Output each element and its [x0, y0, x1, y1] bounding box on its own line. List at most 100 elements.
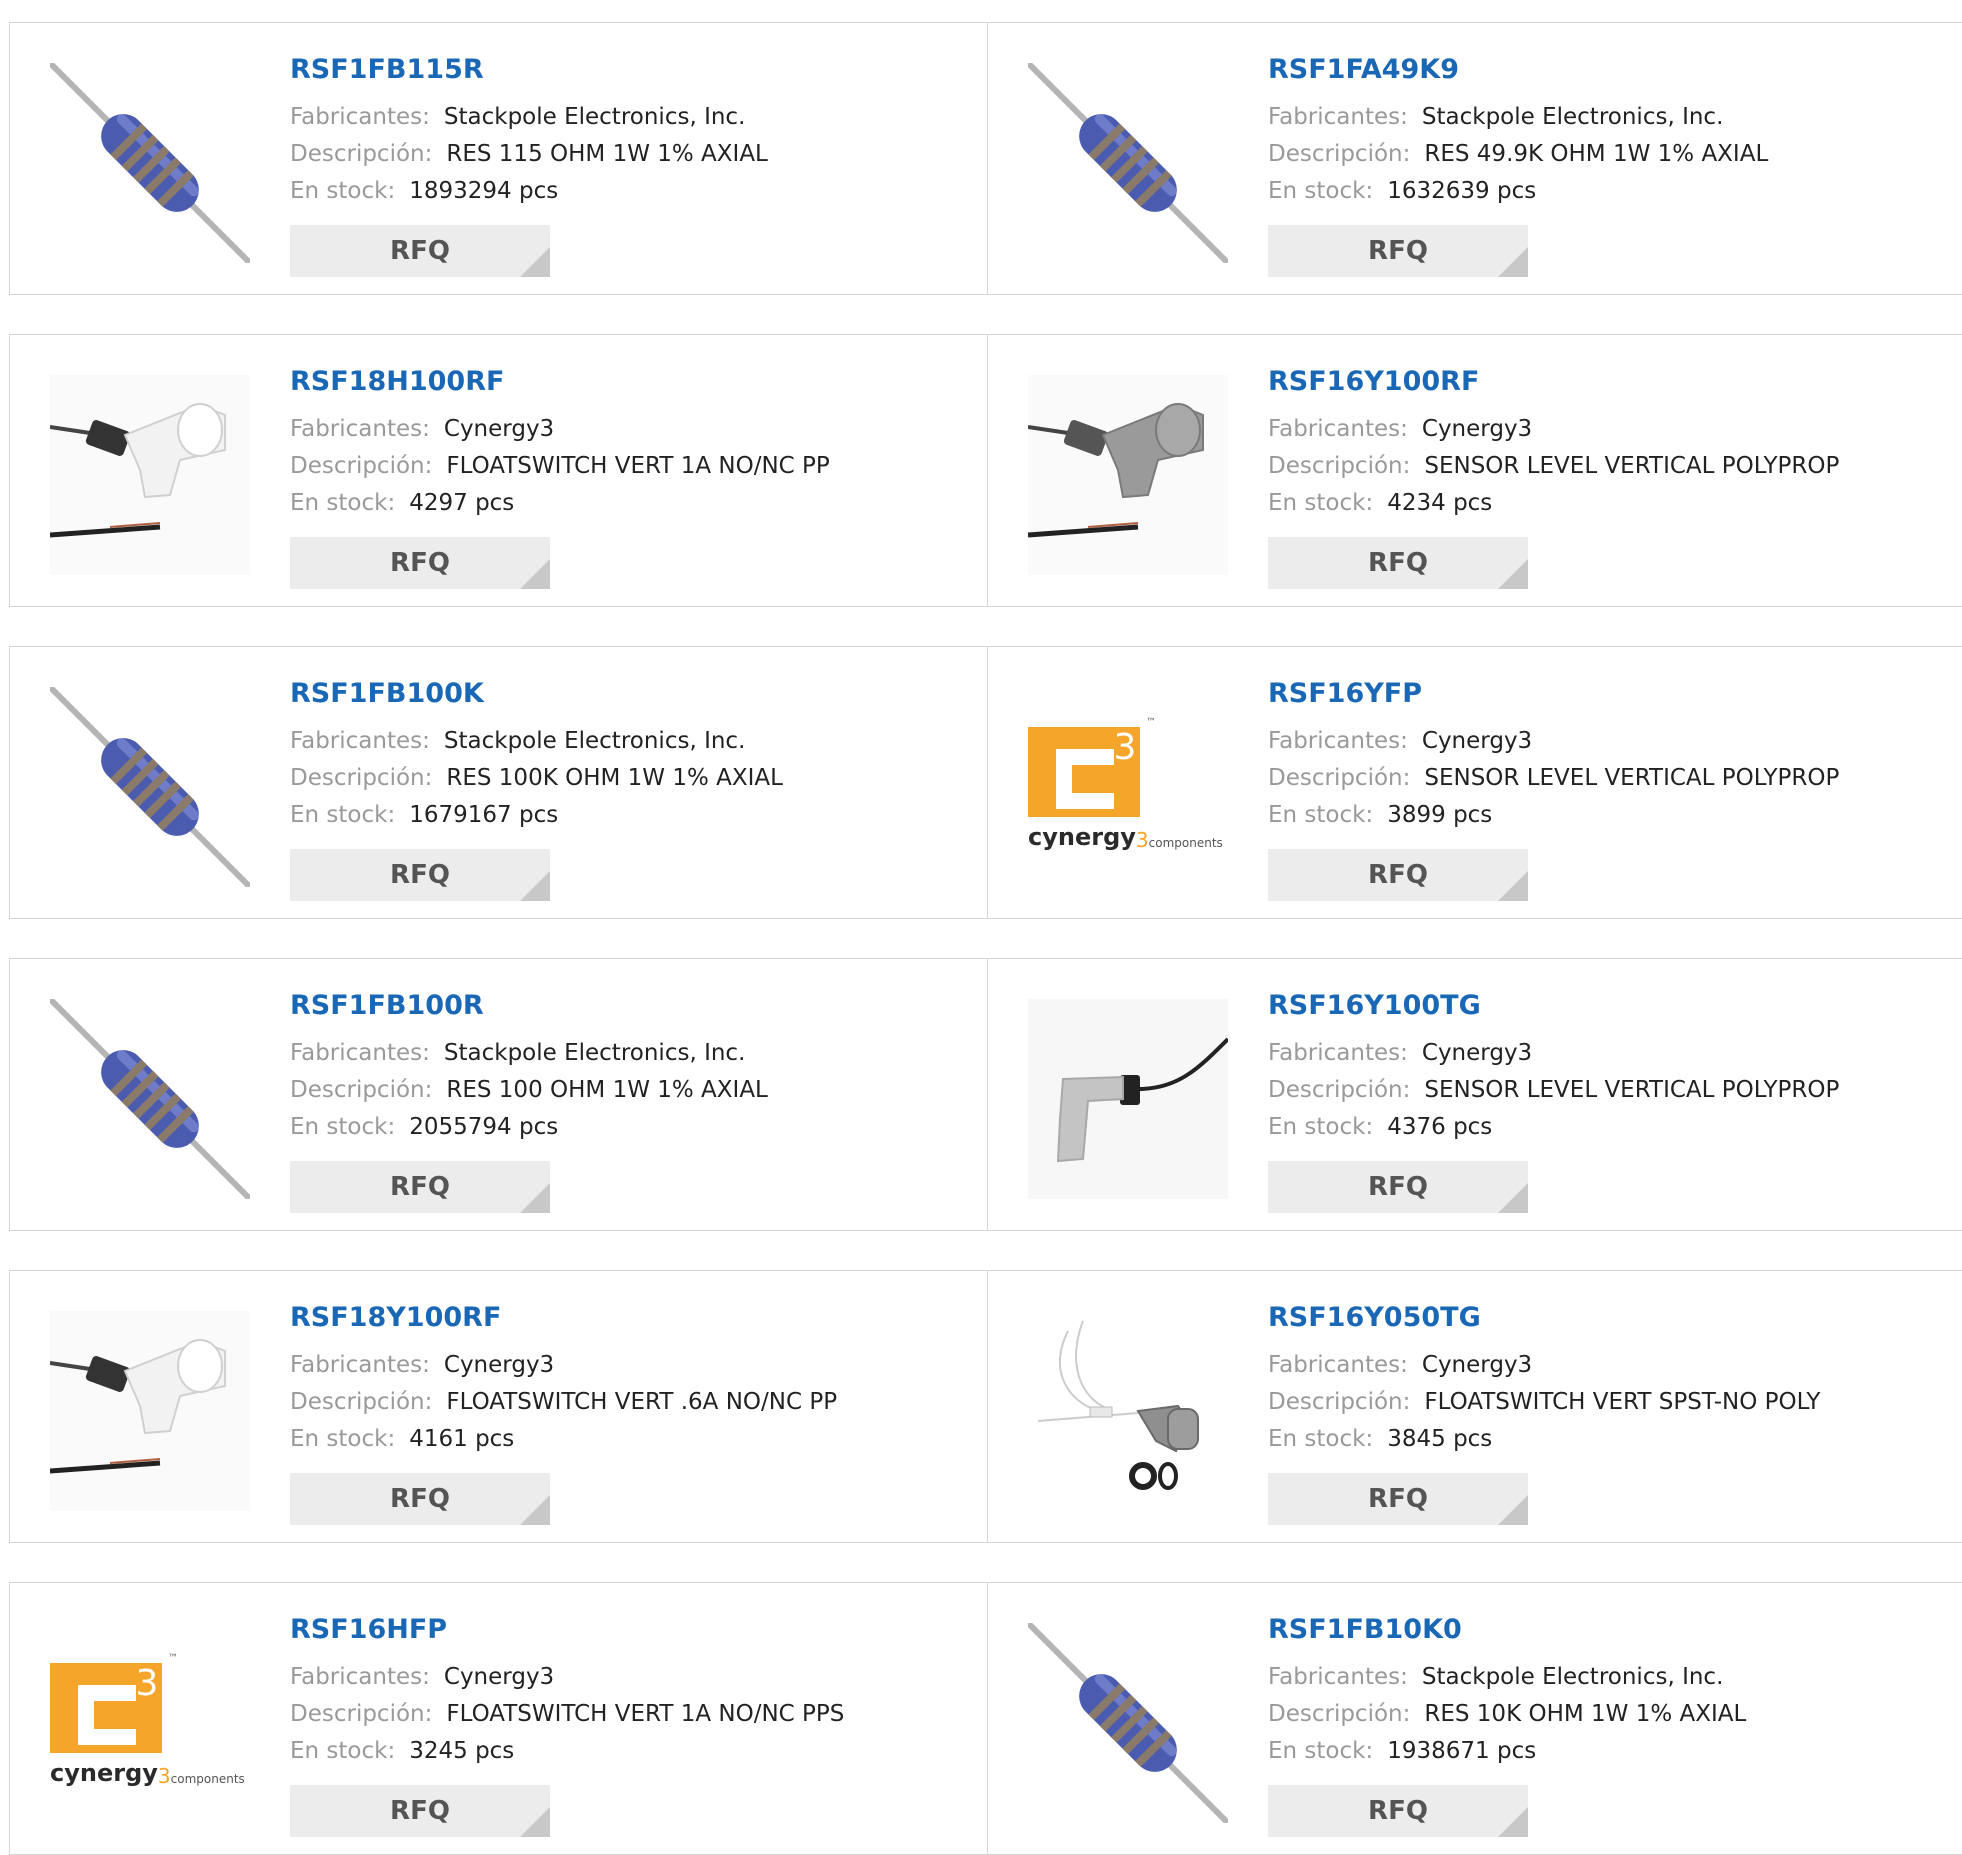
stock-line: En stock: 2055794 pcs: [290, 1109, 970, 1146]
corner-fold-icon: [1498, 1495, 1528, 1525]
description-value: RES 100 OHM 1W 1% AXIAL: [446, 1077, 768, 1103]
rfq-button[interactable]: RFQ: [290, 849, 550, 901]
manufacturer-line: Fabricantes: Cynergy3: [1268, 1035, 1948, 1072]
description-line: Descripción: RES 100K OHM 1W 1% AXIAL: [290, 760, 970, 797]
product-part-number-link[interactable]: RSF16Y100RF: [1268, 365, 1948, 399]
product-card: RSF1FB10K0 Fabricantes: Stackpole Electro…: [988, 1583, 1962, 1854]
stock-label: En stock:: [1268, 178, 1374, 204]
description-value: FLOATSWITCH VERT .6A NO/NC PP: [446, 1389, 838, 1415]
description-label: Descripción:: [1268, 1077, 1411, 1103]
stock-value: 4376 pcs: [1387, 1114, 1493, 1140]
product-info: RSF1FB10K0 Fabricantes: Stackpole Electro…: [1268, 1613, 1948, 1770]
rfq-button[interactable]: RFQ: [1268, 849, 1528, 901]
product-row: RSF1FB100R Fabricantes: Stackpole Electro…: [9, 958, 1962, 1231]
description-line: Descripción: SENSOR LEVEL VERTICAL POLYPR…: [1268, 760, 1948, 797]
product-image[interactable]: [50, 999, 250, 1199]
rfq-label: RFQ: [390, 860, 450, 890]
manufacturer-line: Fabricantes: Cynergy3: [1268, 1347, 1948, 1384]
rfq-button[interactable]: RFQ: [1268, 537, 1528, 589]
manufacturer-value: Stackpole Electronics, Inc.: [1421, 1664, 1724, 1690]
stock-label: En stock:: [290, 178, 396, 204]
manufacturer-line: Fabricantes: Stackpole Electronics, Inc.: [1268, 99, 1948, 136]
product-part-number-link[interactable]: RSF16Y100TG: [1268, 989, 1948, 1023]
rfq-button[interactable]: RFQ: [290, 1161, 550, 1213]
rfq-label: RFQ: [390, 236, 450, 266]
description-line: Descripción: FLOATSWITCH VERT SPST-NO POL…: [1268, 1384, 1948, 1421]
product-image[interactable]: [1028, 375, 1228, 575]
manufacturer-value: Stackpole Electronics, Inc.: [443, 728, 746, 754]
product-image[interactable]: [1028, 63, 1228, 263]
stock-line: En stock: 3845 pcs: [1268, 1421, 1948, 1458]
rfq-label: RFQ: [1368, 1172, 1428, 1202]
rfq-button[interactable]: RFQ: [290, 1785, 550, 1837]
stock-line: En stock: 4161 pcs: [290, 1421, 970, 1458]
logo-sup: 3: [1114, 727, 1137, 768]
stock-label: En stock:: [290, 1738, 396, 1764]
corner-fold-icon: [520, 247, 550, 277]
product-part-number-link[interactable]: RSF1FB10K0: [1268, 1613, 1948, 1647]
description-line: Descripción: SENSOR LEVEL VERTICAL POLYPR…: [1268, 448, 1948, 485]
rfq-button[interactable]: RFQ: [1268, 225, 1528, 277]
description-line: Descripción: RES 49.9K OHM 1W 1% AXIAL: [1268, 136, 1948, 173]
product-image[interactable]: [50, 687, 250, 887]
manufacturer-value: Cynergy3: [1421, 1040, 1533, 1066]
manufacturer-line: Fabricantes: Cynergy3: [1268, 723, 1948, 760]
rfq-button[interactable]: RFQ: [1268, 1473, 1528, 1525]
manufacturer-line: Fabricantes: Stackpole Electronics, Inc.: [290, 1035, 970, 1072]
stock-label: En stock:: [290, 1426, 396, 1452]
rfq-button[interactable]: RFQ: [1268, 1785, 1528, 1837]
product-part-number-link[interactable]: RSF1FB115R: [290, 53, 970, 87]
product-image[interactable]: [1028, 1623, 1228, 1823]
description-value: FLOATSWITCH VERT 1A NO/NC PP: [446, 453, 830, 479]
description-line: Descripción: FLOATSWITCH VERT 1A NO/NC PP…: [290, 1696, 970, 1733]
rfq-button[interactable]: RFQ: [290, 537, 550, 589]
manufacturer-label: Fabricantes:: [290, 1352, 430, 1378]
description-value: RES 10K OHM 1W 1% AXIAL: [1424, 1701, 1747, 1727]
rfq-button[interactable]: RFQ: [1268, 1161, 1528, 1213]
product-card: RSF1FA49K9 Fabricantes: Stackpole Electro…: [988, 23, 1962, 294]
product-image[interactable]: [50, 63, 250, 263]
product-card: 3 ™ cynergy3components RSF16HFP Fabrican…: [10, 1583, 988, 1854]
manufacturer-label: Fabricantes:: [1268, 1352, 1408, 1378]
product-image[interactable]: [1028, 1311, 1228, 1511]
stock-value: 2055794 pcs: [409, 1114, 559, 1140]
manufacturer-value: Cynergy3: [443, 416, 555, 442]
product-card: RSF1FB100R Fabricantes: Stackpole Electro…: [10, 959, 988, 1230]
product-image[interactable]: 3 ™ cynergy3components: [1028, 687, 1228, 887]
product-part-number-link[interactable]: RSF16HFP: [290, 1613, 970, 1647]
manufacturer-value: Cynergy3: [443, 1352, 555, 1378]
rfq-label: RFQ: [390, 548, 450, 578]
product-image[interactable]: [50, 1311, 250, 1511]
stock-line: En stock: 4376 pcs: [1268, 1109, 1948, 1146]
product-row: RSF18H100RF Fabricantes: Cynergy3 Descrip…: [9, 334, 1962, 607]
product-part-number-link[interactable]: RSF16YFP: [1268, 677, 1948, 711]
manufacturer-value: Cynergy3: [1421, 1352, 1533, 1378]
rfq-button[interactable]: RFQ: [290, 225, 550, 277]
rfq-button[interactable]: RFQ: [290, 1473, 550, 1525]
product-info: RSF16YFP Fabricantes: Cynergy3 Descripció…: [1268, 677, 1948, 834]
rfq-label: RFQ: [390, 1484, 450, 1514]
product-part-number-link[interactable]: RSF18Y100RF: [290, 1301, 970, 1335]
stock-value: 1632639 pcs: [1387, 178, 1537, 204]
product-image[interactable]: [50, 375, 250, 575]
product-part-number-link[interactable]: RSF1FB100K: [290, 677, 970, 711]
product-card: RSF1FB115R Fabricantes: Stackpole Electro…: [10, 23, 988, 294]
product-part-number-link[interactable]: RSF1FB100R: [290, 989, 970, 1023]
product-info: RSF1FA49K9 Fabricantes: Stackpole Electro…: [1268, 53, 1948, 210]
product-part-number-link[interactable]: RSF18H100RF: [290, 365, 970, 399]
manufacturer-label: Fabricantes:: [290, 1664, 430, 1690]
product-info: RSF1FB100K Fabricantes: Stackpole Electro…: [290, 677, 970, 834]
stock-label: En stock:: [290, 490, 396, 516]
manufacturer-value: Stackpole Electronics, Inc.: [1421, 104, 1724, 130]
logo-wordmark: cynergy3components: [50, 1759, 245, 1788]
product-image[interactable]: 3 ™ cynergy3components: [50, 1623, 250, 1823]
manufacturer-label: Fabricantes:: [290, 728, 430, 754]
manufacturer-line: Fabricantes: Stackpole Electronics, Inc.: [290, 723, 970, 760]
product-card: 3 ™ cynergy3components RSF16YFP Fabrican…: [988, 647, 1962, 918]
product-image[interactable]: [1028, 999, 1228, 1199]
product-part-number-link[interactable]: RSF16Y050TG: [1268, 1301, 1948, 1335]
description-value: FLOATSWITCH VERT SPST-NO POLY: [1424, 1389, 1821, 1415]
manufacturer-value: Cynergy3: [443, 1664, 555, 1690]
product-part-number-link[interactable]: RSF1FA49K9: [1268, 53, 1948, 87]
product-card: RSF18H100RF Fabricantes: Cynergy3 Descrip…: [10, 335, 988, 606]
